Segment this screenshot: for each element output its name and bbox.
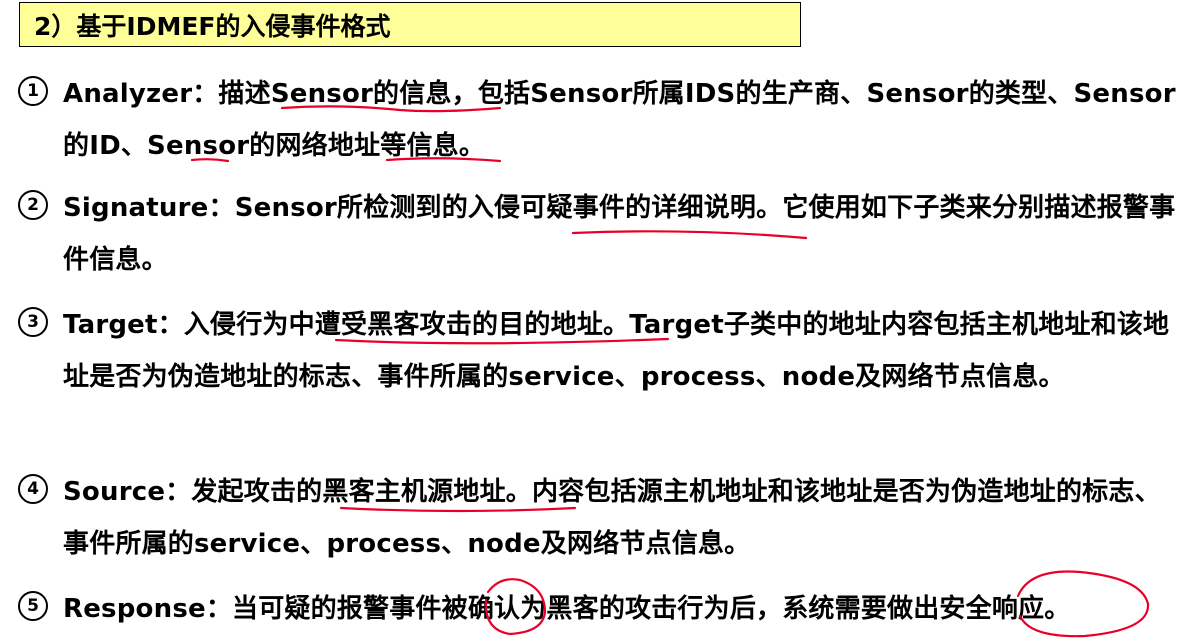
circled-number-3: 3 [18, 307, 48, 337]
item-text-signature: Signature：Sensor所检测到的入侵可疑事件的详细说明。它使用如下子类… [63, 193, 1176, 275]
item-text-response: Response：当可疑的报警事件被确认为黑客的攻击行为后，系统需要做出安全响应… [63, 594, 1071, 624]
circled-number-4: 4 [18, 474, 48, 504]
section-title-text: 2）基于IDMEF的入侵事件格式 [34, 11, 391, 41]
item-text-analyzer: Analyzer：描述Sensor的信息，包括Sensor所属IDS的生产商、S… [63, 79, 1176, 161]
circled-number-1: 1 [18, 76, 48, 106]
circled-number-5: 5 [18, 591, 48, 621]
item-text-source: Source：发起攻击的黑客主机源地址。内容包括源主机地址和该地址是否为伪造地址… [63, 477, 1161, 559]
circled-number-2: 2 [18, 190, 48, 220]
item-text-target: Target：入侵行为中遭受黑客攻击的目的地址。Target子类中的地址内容包括… [63, 310, 1170, 392]
section-title: 2）基于IDMEF的入侵事件格式 [19, 2, 801, 47]
